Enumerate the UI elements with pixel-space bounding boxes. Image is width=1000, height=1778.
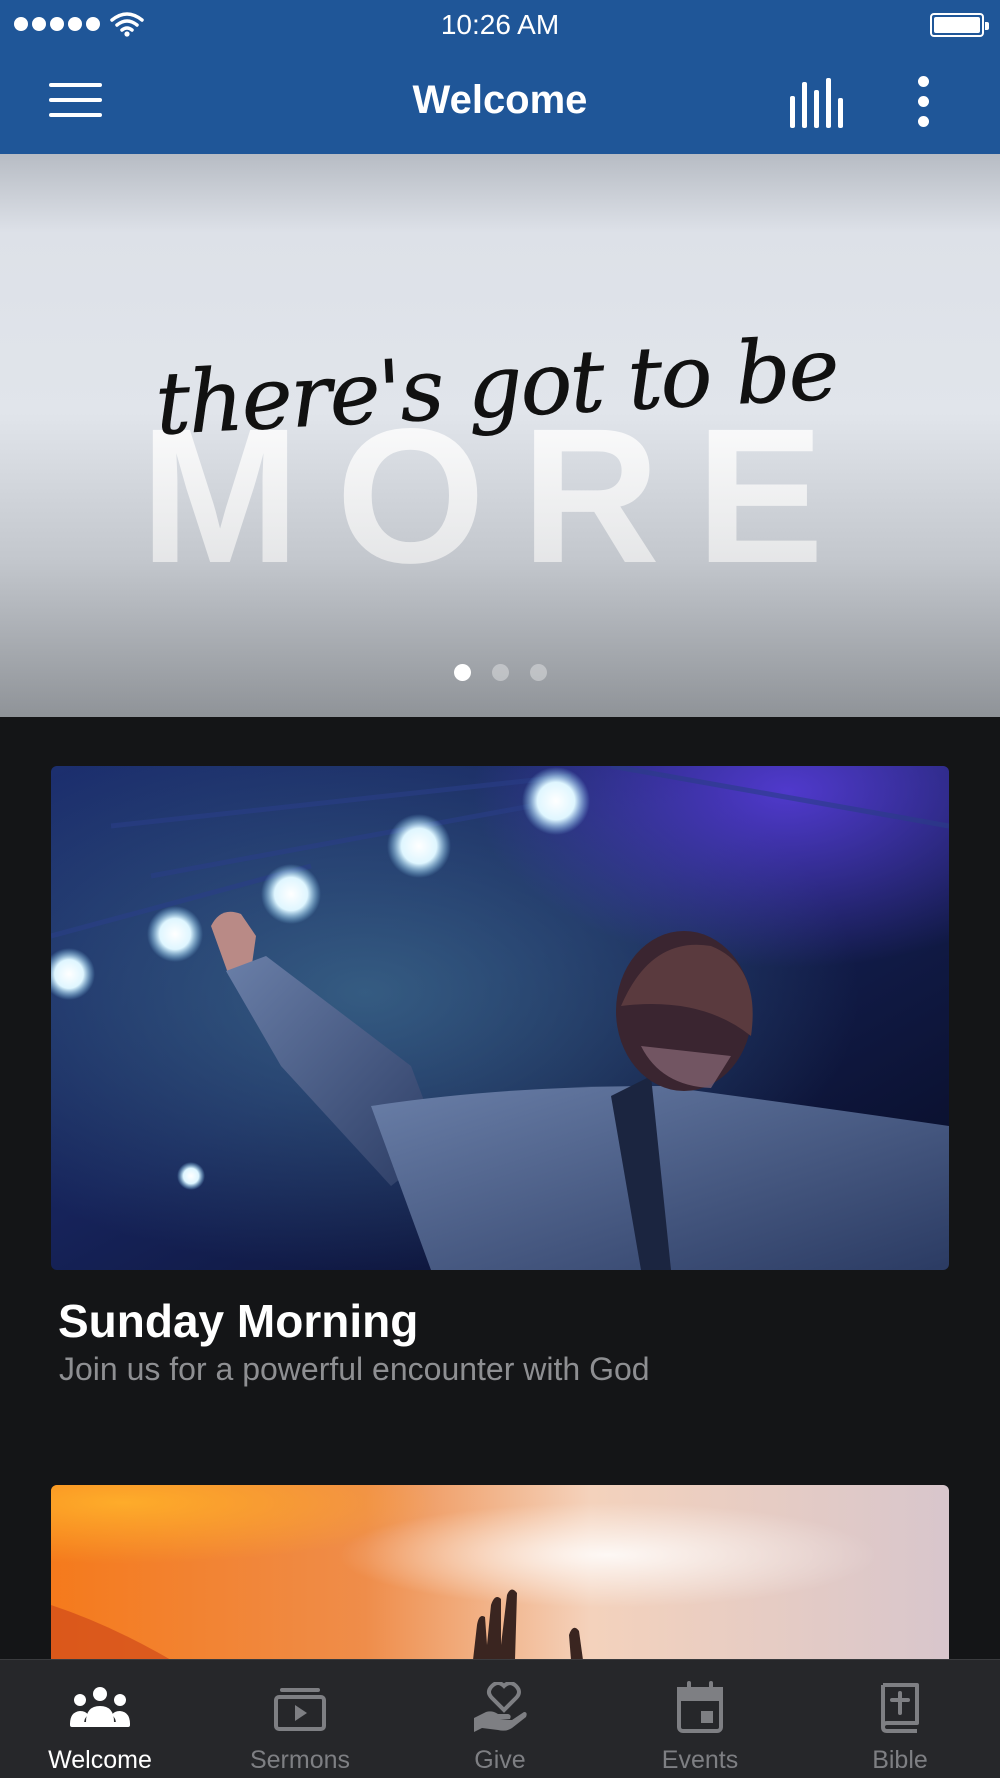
tab-label: Give: [474, 1746, 526, 1774]
concert-worship-photo: [51, 766, 949, 1270]
carousel-dot[interactable]: [529, 664, 547, 681]
hero-carousel[interactable]: MORE there's got to be: [0, 154, 1000, 717]
tab-bible[interactable]: Bible: [800, 1660, 1000, 1778]
hand-heart-icon: [468, 1680, 532, 1736]
tab-give[interactable]: Give: [400, 1660, 600, 1778]
event-card[interactable]: [51, 1485, 949, 1660]
hamburger-menu-icon[interactable]: [44, 80, 104, 120]
bible-icon: [868, 1680, 932, 1736]
tab-events[interactable]: Events: [600, 1660, 800, 1778]
video-library-icon: [268, 1680, 332, 1736]
bar-chart-icon[interactable]: [786, 74, 846, 128]
people-icon: [68, 1680, 132, 1736]
tab-sermons[interactable]: Sermons: [200, 1660, 400, 1778]
tab-label: Bible: [872, 1746, 928, 1774]
calendar-icon: [668, 1680, 732, 1736]
status-time: 10:26 AM: [440, 9, 560, 40]
page-title: Welcome: [412, 78, 588, 122]
card-subtitle: Join us for a powerful encounter with Go…: [59, 1351, 650, 1387]
status-bar: 10:26 AM: [0, 0, 1000, 48]
carousel-dot[interactable]: [491, 664, 509, 681]
carousel-dot[interactable]: [453, 664, 471, 681]
tab-bar: Welcome Sermons Give Events Bible: [0, 1659, 1000, 1778]
tab-label: Events: [661, 1746, 739, 1774]
sunset-hands-photo: [51, 1485, 949, 1660]
battery-icon: [930, 13, 989, 37]
tab-label: Sermons: [249, 1746, 351, 1774]
tab-label: Welcome: [48, 1746, 152, 1774]
event-card-sunday-morning[interactable]: Sunday Morning Join us for a powerful en…: [51, 766, 949, 1416]
carousel-indicator: [0, 664, 1000, 681]
tab-welcome[interactable]: Welcome: [0, 1660, 200, 1778]
more-vertical-icon[interactable]: [906, 74, 942, 130]
nav-bar: Welcome: [0, 48, 1000, 154]
card-title: Sunday Morning: [58, 1295, 419, 1347]
